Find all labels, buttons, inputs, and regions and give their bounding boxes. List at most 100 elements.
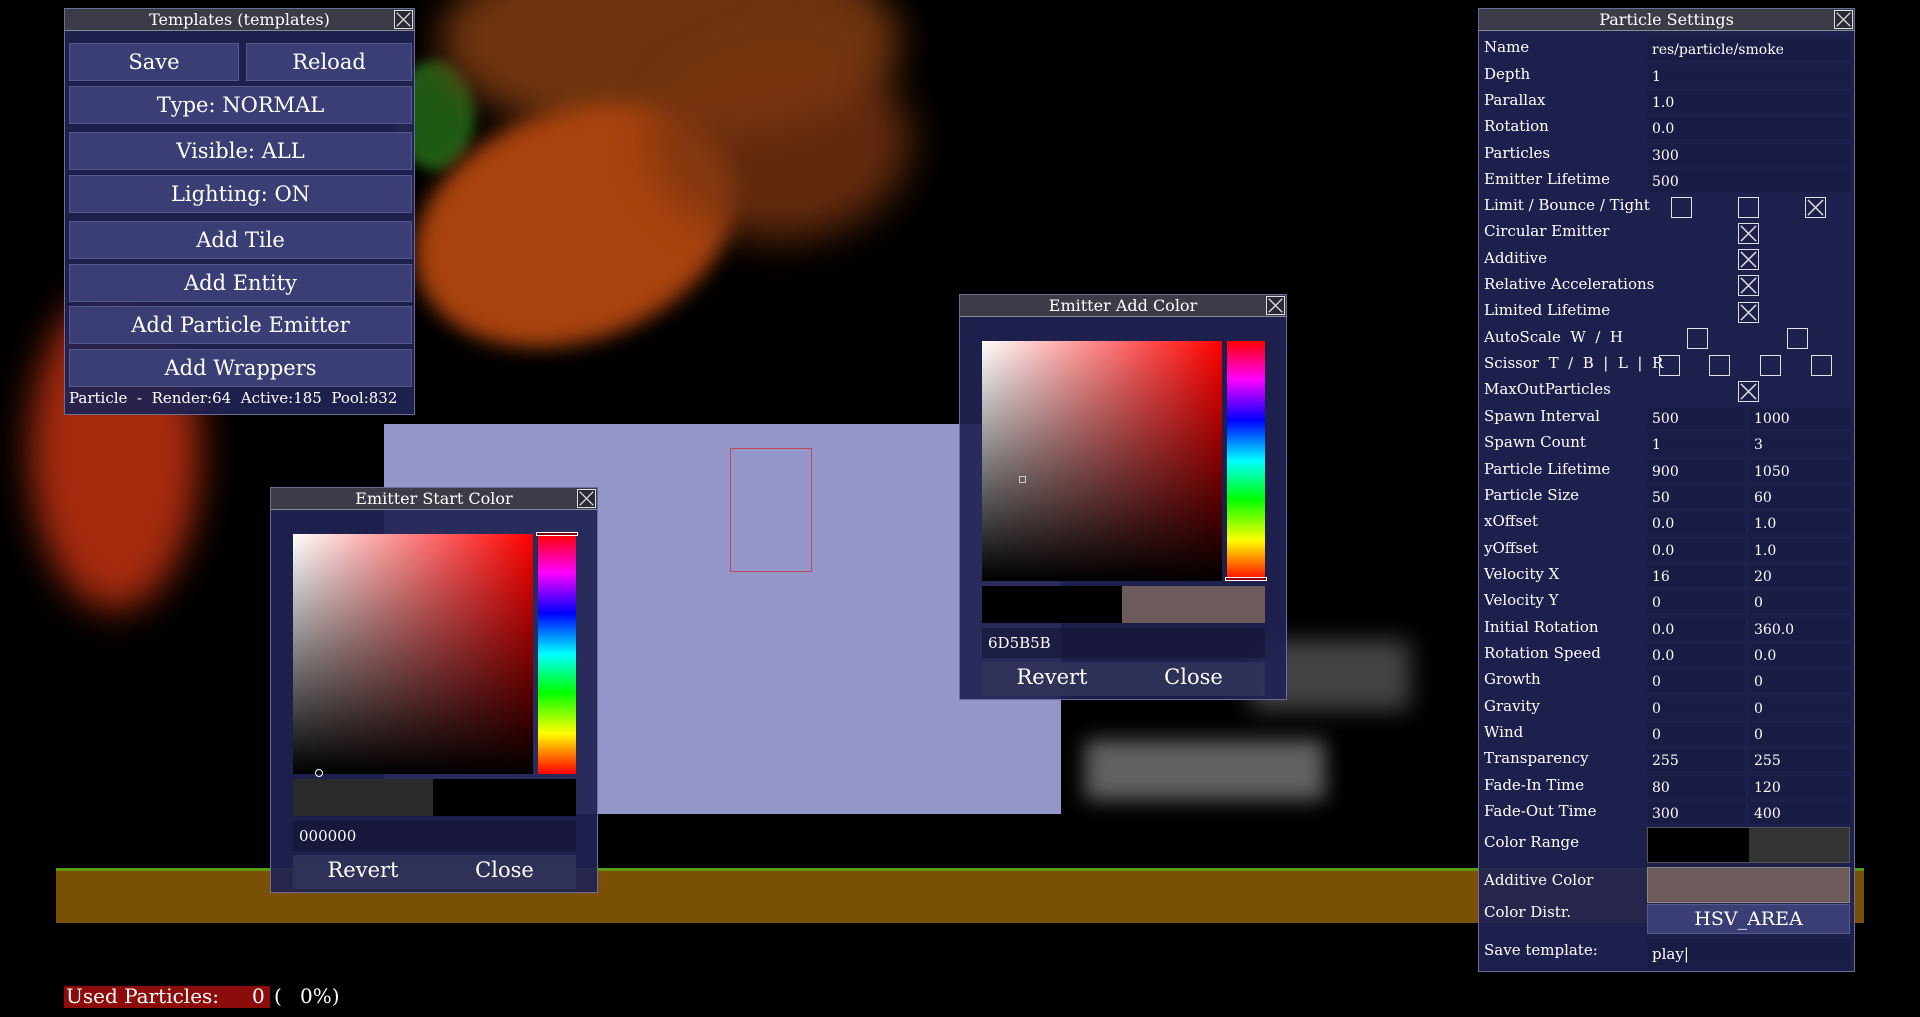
circular-emitter-checkbox[interactable] [1738,223,1759,244]
row-min-input[interactable]: 0 [1647,723,1745,745]
row-max-input[interactable]: 0.0 [1749,644,1850,666]
row-max-input[interactable]: 400 [1749,802,1850,824]
color-range-start[interactable] [1648,828,1749,862]
row-max-input[interactable]: 120 [1749,776,1850,798]
close-icon[interactable] [1834,10,1853,29]
additive-color-swatch[interactable] [1647,867,1850,903]
row-min-input[interactable]: 0 [1647,697,1745,719]
close-icon[interactable] [394,10,413,29]
visible-button[interactable]: Visible: ALL [69,132,412,170]
row-min-input[interactable]: 0.0 [1647,512,1745,534]
row-min-input[interactable]: 500 [1647,407,1745,429]
save-button[interactable]: Save [69,43,239,81]
row-label: Transparency [1484,749,1589,767]
relative-accelerations-checkbox[interactable] [1738,275,1759,296]
scissor-l-checkbox[interactable] [1760,355,1781,376]
reload-button[interactable]: Reload [246,43,412,81]
particles-input[interactable]: 300 [1647,144,1850,166]
row-max-input[interactable]: 255 [1749,749,1850,771]
parallax-input[interactable]: 1.0 [1647,91,1850,113]
row-max-input[interactable]: 0 [1749,591,1850,613]
scissor-t-checkbox[interactable] [1659,355,1680,376]
scissor-r-checkbox[interactable] [1811,355,1832,376]
row-label: Rotation Speed [1484,644,1601,662]
close-icon[interactable] [1266,296,1285,315]
add-entity-button[interactable]: Add Entity [69,264,412,302]
row-max-input[interactable]: 0 [1749,723,1850,745]
particle-settings-window: Particle Settings Name res/particle/smok… [1478,8,1855,972]
row-label: Gravity [1484,697,1540,715]
row-min-input[interactable]: 1 [1647,433,1745,455]
row-min-input[interactable]: 0.0 [1647,618,1745,640]
color-range-swatch[interactable] [1647,827,1850,863]
hue-marker[interactable] [1225,577,1267,581]
used-particles-label: Used Particles: [66,984,219,1008]
limit-checkbox[interactable] [1671,197,1692,218]
row-max-input[interactable]: 1.0 [1749,539,1850,561]
close-button[interactable]: Close [1122,665,1265,689]
row-label: Spawn Interval [1484,407,1600,425]
emitter-lifetime-input[interactable]: 500 [1647,170,1850,192]
new-color-preview [982,586,1122,623]
add-tile-button[interactable]: Add Tile [69,221,412,259]
row-min-input[interactable]: 900 [1647,460,1745,482]
limited-lifetime-checkbox[interactable] [1738,302,1759,323]
row-max-input[interactable]: 3 [1749,433,1850,455]
autoscale-h-checkbox[interactable] [1787,328,1808,349]
used-particles-paren: ( [274,984,282,1008]
name-input[interactable]: res/particle/smoke [1647,38,1850,60]
row-label: Velocity Y [1484,591,1559,609]
emitter-add-color-window: Emitter Add Color 6D5B5B Revert Close [959,294,1287,700]
color-range-end[interactable] [1749,828,1850,862]
row-max-input[interactable]: 60 [1749,486,1850,508]
row-min-input[interactable]: 16 [1647,565,1745,587]
row-min-input[interactable]: 0.0 [1647,644,1745,666]
revert-button[interactable]: Revert [293,858,433,882]
revert-button[interactable]: Revert [982,665,1122,689]
row-max-input[interactable]: 1000 [1749,407,1850,429]
autoscale-w-checkbox[interactable] [1687,328,1708,349]
row-max-input[interactable]: 360.0 [1749,618,1850,640]
saturation-value-picker[interactable] [293,534,533,774]
row-min-input[interactable]: 300 [1647,802,1745,824]
selection-rect [730,448,812,572]
saturation-value-picker[interactable] [982,341,1222,581]
row-max-input[interactable]: 1.0 [1749,512,1850,534]
parallax-label: Parallax [1484,91,1545,109]
hex-input[interactable]: 6D5B5B [982,628,1265,658]
row-max-input[interactable]: 20 [1749,565,1850,587]
row-label: Fade-Out Time [1484,802,1597,820]
save-template-input[interactable]: play| [1647,939,1850,967]
color-distr-button[interactable]: HSV_AREA [1647,904,1850,934]
tight-checkbox[interactable] [1805,197,1826,218]
rotation-input[interactable]: 0.0 [1647,117,1850,139]
additive-checkbox[interactable] [1738,249,1759,270]
row-max-input[interactable]: 0 [1749,697,1850,719]
row-min-input[interactable]: 50 [1647,486,1745,508]
lighting-button[interactable]: Lighting: ON [69,175,412,213]
close-button[interactable]: Close [433,858,576,882]
scissor-b-checkbox[interactable] [1709,355,1730,376]
row-min-input[interactable]: 0.0 [1647,539,1745,561]
hue-slider[interactable] [1227,341,1265,581]
add-particle-emitter-button[interactable]: Add Particle Emitter [69,306,412,344]
row-max-input[interactable]: 1050 [1749,460,1850,482]
picker-cursor[interactable] [315,769,323,777]
row-min-input[interactable]: 80 [1647,776,1745,798]
maxout-particles-checkbox[interactable] [1738,381,1759,402]
row-max-input[interactable]: 0 [1749,670,1850,692]
add-wrappers-button[interactable]: Add Wrappers [69,349,412,387]
picker-cursor[interactable] [1019,476,1026,483]
hex-input[interactable]: 000000 [293,821,576,851]
depth-input[interactable]: 1 [1647,65,1850,87]
color-range-label: Color Range [1484,833,1579,851]
hue-slider[interactable] [538,534,576,774]
row-min-input[interactable]: 0 [1647,591,1745,613]
row-min-input[interactable]: 255 [1647,749,1745,771]
hue-marker[interactable] [536,532,578,536]
type-button[interactable]: Type: NORMAL [69,86,412,124]
bounce-checkbox[interactable] [1738,197,1759,218]
close-icon[interactable] [577,489,596,508]
row-min-input[interactable]: 0 [1647,670,1745,692]
additive-color-label: Additive Color [1484,871,1593,889]
